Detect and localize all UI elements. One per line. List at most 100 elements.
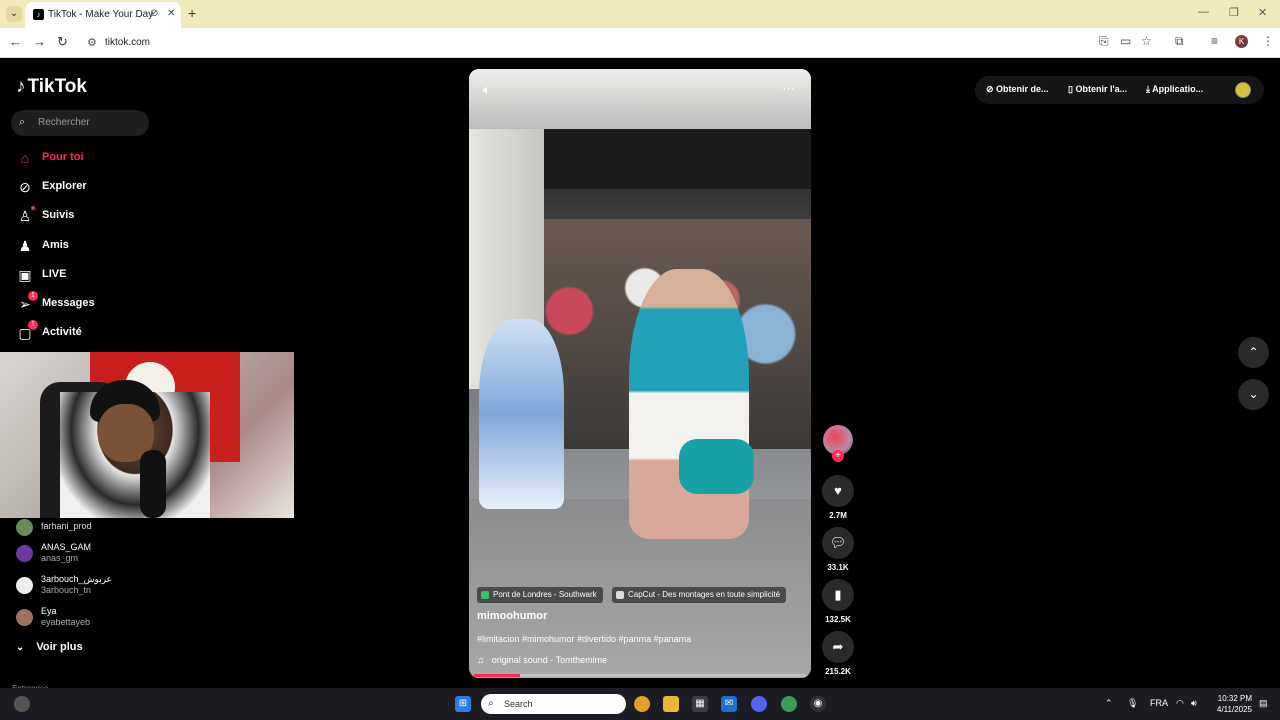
capcut-pill[interactable]: CapCut - Des montages en toute simplicit… <box>612 587 787 603</box>
language-indicator[interactable]: FRA <box>1150 698 1168 708</box>
previous-video-button[interactable]: ⌃ <box>1238 337 1269 368</box>
back-icon[interactable]: ← <box>9 34 22 49</box>
site-info-icon[interactable]: ⚙ <box>87 36 97 49</box>
bookmark-star-icon[interactable]: ☆ <box>1141 34 1152 48</box>
following-account[interactable]: ANAS_GAM anas_gm <box>16 542 156 568</box>
discord-icon[interactable] <box>751 696 767 712</box>
volume-icon[interactable]: 🔈︎ <box>483 82 491 98</box>
video-canopy <box>469 69 811 129</box>
extensions-icon[interactable]: ⧉ <box>1175 34 1184 49</box>
get-app-button[interactable]: ▯ Obtenir l'a... <box>1068 84 1127 95</box>
close-tab-icon[interactable]: ✕ <box>167 8 175 19</box>
account-name: 3arbouch_عربوش <box>41 574 113 584</box>
url-bar[interactable]: ⚙ tiktok.com <box>80 32 1170 54</box>
windows-taskbar: ⊞ ⌕ Search ▦ ✉ ◉ ⌃ 🎙︎ FRA ◠ 🔊︎ 10:32 PM … <box>0 688 1280 720</box>
get-coins-button[interactable]: ⊘ Obtenir de... <box>986 84 1049 95</box>
video-turquoise-bag <box>679 439 754 494</box>
tab-search-dropdown-icon[interactable]: ⌄ <box>6 6 22 22</box>
compass-icon: ⊘ <box>19 179 31 195</box>
logo-text: TikTok <box>27 76 87 97</box>
reload-icon[interactable]: ↻ <box>57 34 68 50</box>
nav-label: LIVE <box>42 268 67 280</box>
avatar <box>16 577 33 594</box>
save-count: 132.5K <box>825 615 851 624</box>
profile-avatar[interactable] <box>1235 82 1251 98</box>
tiktok-logo[interactable]: ♪ TikTok <box>16 76 87 98</box>
browser-profile-avatar[interactable]: K <box>1235 35 1248 48</box>
outlook-icon[interactable]: ✉ <box>721 696 737 712</box>
location-pill[interactable]: Pont de Londres - Southwark <box>477 587 603 603</box>
messages-badge: 1 <box>28 291 38 301</box>
webcam-overlay <box>0 352 294 518</box>
weather-icon[interactable] <box>14 696 30 712</box>
nav-live[interactable]: ▣ LIVE <box>16 265 156 285</box>
search-icon: ⌕ <box>19 116 26 128</box>
video-player[interactable]: 🔈︎ ⋯ Pont de Londres - Southwark CapCut … <box>469 69 811 678</box>
forward-icon[interactable]: → <box>33 34 46 49</box>
taskbar-search[interactable]: ⌕ Search <box>481 694 626 714</box>
video-progress-bar[interactable] <box>474 674 806 677</box>
nav-label: Activité <box>42 326 82 338</box>
mute-tab-icon[interactable]: ⊘ <box>150 8 158 19</box>
video-author[interactable]: mimoohumor <box>477 610 547 622</box>
close-window-icon[interactable]: ✕ <box>1258 6 1267 19</box>
following-account[interactable]: 3arbouch_عربوش 3arbouch_tn <box>16 574 156 600</box>
video-sound[interactable]: ♫ original sound - Tomthemime <box>477 655 607 665</box>
top-action-bar: ⊘ Obtenir de... ▯ Obtenir l'a... ⤓ Appli… <box>975 76 1264 104</box>
tray-overflow-icon[interactable]: ⌃ <box>1105 698 1113 709</box>
microphone-icon[interactable]: 🎙︎ <box>1127 698 1138 709</box>
notification-dot <box>31 206 35 210</box>
like-button[interactable]: ♥ <box>822 475 854 507</box>
wifi-icon[interactable]: ◠ <box>1176 698 1184 709</box>
comment-button[interactable]: 💬︎ <box>822 527 854 559</box>
home-icon: ⌂ <box>20 150 30 166</box>
nav-for-you[interactable]: ⌂ Pour toi <box>16 148 156 168</box>
next-video-button[interactable]: ⌄ <box>1238 379 1269 410</box>
share-count: 215.2K <box>825 667 851 676</box>
nav-friends[interactable]: ♟ Amis <box>16 236 156 256</box>
chevron-up-icon: ⌃ <box>1248 345 1259 359</box>
nav-messages[interactable]: ➢ 1 Messages <box>16 291 156 314</box>
notification-icon[interactable]: ▤ <box>1259 698 1268 709</box>
search-input[interactable]: ⌕ Rechercher <box>11 110 149 136</box>
maximize-icon[interactable]: ❐ <box>1229 6 1239 19</box>
tiktok-favicon-icon: ♪ <box>33 9 44 20</box>
following-account[interactable]: Eya eyabettayeb <box>16 606 156 632</box>
store-icon[interactable]: ▦ <box>692 696 708 712</box>
video-hashtags[interactable]: #limitacion #mimohumor #divertido #panma… <box>477 634 691 644</box>
browser-menu-icon[interactable]: ⋮ <box>1262 34 1274 48</box>
minimize-icon[interactable]: — <box>1198 6 1209 18</box>
music-note-icon: ♫ <box>477 655 484 665</box>
nav-activity[interactable]: ▢ 1 Activité <box>16 320 156 343</box>
address-toolbar: ← → ↻ ⚙ tiktok.com ⎘ ▭ ☆ ⧉ ≡ ⋮ <box>0 28 1280 58</box>
chrome-taskbar-icon[interactable] <box>634 696 650 712</box>
see-more-button[interactable]: ⌄ Voir plus <box>16 641 83 653</box>
browser-tab[interactable]: ♪ TikTok - Make Your Day ⊘ ✕ <box>25 2 181 28</box>
avatar <box>16 519 33 536</box>
desktop-app-button[interactable]: ⤓ Applicatio... <box>1146 84 1203 95</box>
translate-icon[interactable]: ⎘ <box>1099 34 1109 49</box>
new-tab-icon[interactable]: + <box>188 5 196 21</box>
taskbar-clock[interactable]: 10:32 PM 4/11/2025 <box>1208 693 1252 715</box>
nav-label: Suivis <box>42 209 75 221</box>
more-options-icon[interactable]: ⋯ <box>782 81 795 97</box>
nav-following[interactable]: ♙ Suivis <box>16 206 156 226</box>
nav-explore[interactable]: ⊘ Explorer <box>16 177 156 197</box>
see-more-label: Voir plus <box>36 641 83 653</box>
video-walking-woman <box>629 269 749 539</box>
windows-start-icon[interactable]: ⊞ <box>455 696 471 712</box>
file-explorer-icon[interactable] <box>663 696 679 712</box>
account-name: ANAS_GAM <box>41 542 92 552</box>
follow-plus-icon[interactable]: + <box>832 450 844 462</box>
live-icon: ▣ <box>18 267 32 283</box>
save-button[interactable]: ▮ <box>822 579 854 611</box>
obs-icon[interactable]: ◉ <box>810 696 826 712</box>
chrome-active-icon[interactable] <box>781 696 797 712</box>
taskbar-search-label: Search <box>504 699 533 709</box>
reading-list-icon[interactable]: ≡ <box>1211 34 1218 48</box>
speaker-icon[interactable]: 🔊︎ <box>1191 698 1197 709</box>
heart-icon: ♥ <box>834 483 842 498</box>
account-name: farhani_prod <box>41 521 92 531</box>
cast-icon[interactable]: ▭ <box>1120 34 1131 48</box>
share-button[interactable]: ➦ <box>822 631 854 663</box>
